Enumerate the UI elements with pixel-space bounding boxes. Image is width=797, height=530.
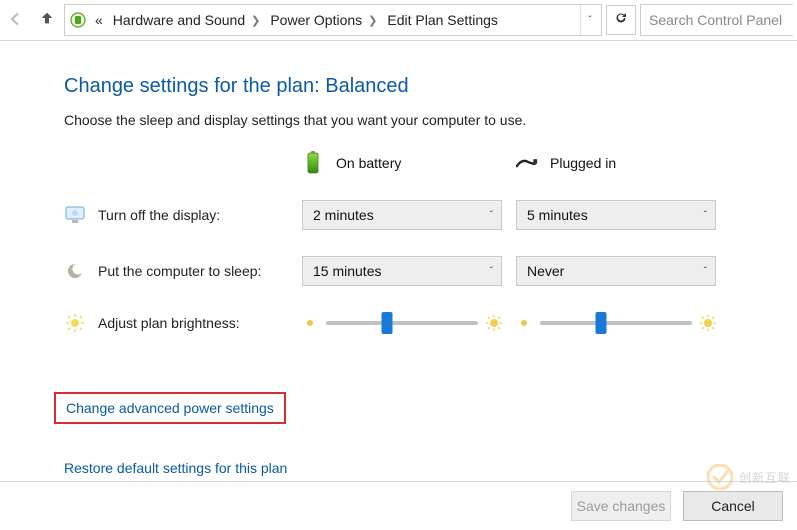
chevron-down-icon: ˇ [490, 210, 493, 221]
arrow-up-icon [39, 10, 55, 31]
chevron-right-icon: ❯ [251, 14, 260, 27]
display-timeout-battery-dropdown[interactable]: 2 minutes ˇ [302, 200, 502, 230]
breadcrumb-item[interactable]: Edit Plan Settings [383, 12, 502, 28]
brightness-low-icon [302, 315, 318, 331]
history-back-button[interactable] [0, 4, 30, 36]
brightness-battery-slider[interactable] [302, 315, 502, 331]
chevron-down-icon: ˇ [704, 210, 707, 221]
battery-icon [302, 152, 324, 174]
row-label-sleep: Put the computer to sleep: [64, 260, 288, 282]
row-label-brightness: Adjust plan brightness: [64, 312, 288, 334]
search-input[interactable]: Search Control Panel [640, 4, 793, 36]
address-dropdown-button[interactable]: ˇ [580, 5, 599, 35]
window-header: « Hardware and Sound ❯ Power Options ❯ E… [0, 0, 797, 41]
chevron-left-icon [8, 10, 22, 31]
display-timeout-plugged-dropdown[interactable]: 5 minutes ˇ [516, 200, 716, 230]
chevron-right-icon: ❯ [368, 14, 377, 27]
up-level-button[interactable] [32, 4, 62, 36]
sun-icon [64, 312, 86, 334]
chevron-down-icon: ˇ [704, 266, 707, 277]
settings-grid: On battery Plugged in Turn off the displ… [64, 152, 767, 334]
brightness-high-icon [700, 315, 716, 331]
save-changes-button[interactable]: Save changes [571, 491, 671, 521]
page-subtitle: Choose the sleep and display settings th… [64, 112, 767, 128]
plug-icon [516, 152, 538, 174]
change-advanced-link[interactable]: Change advanced power settings [54, 392, 286, 424]
column-header-battery: On battery [302, 152, 502, 174]
slider-track[interactable] [540, 321, 692, 325]
restore-defaults-link[interactable]: Restore default settings for this plan [64, 460, 287, 476]
breadcrumb-ellipsis[interactable]: « [91, 12, 107, 28]
monitor-icon [64, 204, 86, 226]
cancel-button[interactable]: Cancel [683, 491, 783, 521]
slider-thumb[interactable] [381, 312, 392, 334]
moon-icon [64, 260, 86, 282]
links-section: Change advanced power settings Restore d… [64, 392, 767, 483]
chevron-down-icon: ˇ [490, 266, 493, 277]
brightness-plugged-slider[interactable] [516, 315, 716, 331]
sleep-timeout-plugged-dropdown[interactable]: Never ˇ [516, 256, 716, 286]
content-panel: Change settings for the plan: Balanced C… [0, 41, 797, 483]
footer-bar: Save changes Cancel [0, 481, 797, 530]
slider-track[interactable] [326, 321, 478, 325]
power-options-icon [67, 9, 89, 31]
refresh-icon [614, 11, 628, 30]
brightness-low-icon [516, 315, 532, 331]
brightness-high-icon [486, 315, 502, 331]
refresh-button[interactable] [606, 5, 636, 35]
slider-thumb[interactable] [595, 312, 606, 334]
search-placeholder: Search Control Panel [649, 12, 782, 28]
column-header-plugged: Plugged in [516, 152, 716, 174]
row-label-display: Turn off the display: [64, 204, 288, 226]
page-title: Change settings for the plan: Balanced [64, 75, 767, 98]
sleep-timeout-battery-dropdown[interactable]: 15 minutes ˇ [302, 256, 502, 286]
breadcrumb-item[interactable]: Power Options ❯ [266, 12, 381, 28]
chevron-down-icon: ˇ [588, 15, 591, 26]
breadcrumb-item[interactable]: Hardware and Sound ❯ [109, 12, 265, 28]
address-bar[interactable]: « Hardware and Sound ❯ Power Options ❯ E… [64, 4, 602, 36]
